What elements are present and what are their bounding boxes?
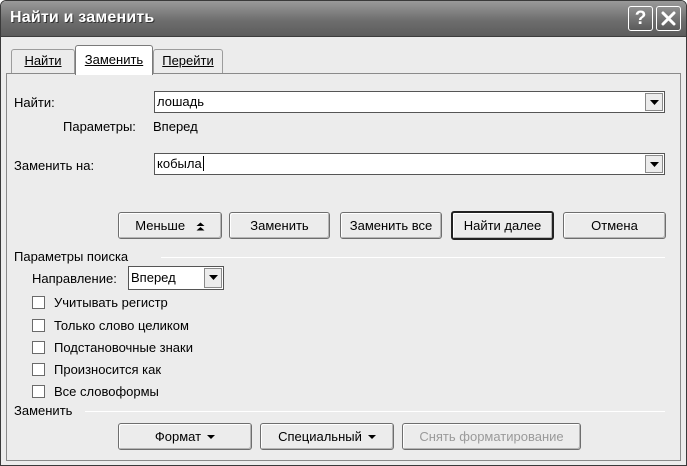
window-title: Найти и заменить [10,9,155,26]
text-cursor [202,156,204,171]
close-x-icon [661,11,676,26]
sounds-like-label: Произносится как [54,362,162,377]
chevron-down-icon [650,162,659,167]
cancel-button[interactable]: Отмена [563,212,666,239]
whole-word-label: Только слово целиком [54,318,189,333]
tab-replace-label: Заменить [84,52,144,67]
less-button[interactable]: Меньше [118,212,222,239]
tab-goto-label: Перейти [162,53,214,68]
chevron-down-icon [650,100,659,105]
replace-label: Заменить на: [14,158,95,173]
find-input-value: лошадь [157,94,204,109]
whole-word-checkbox[interactable] [32,319,45,332]
direction-select-value: Вперед [131,270,176,285]
all-word-forms-label: Все словоформы [54,384,159,399]
tab-replace[interactable]: Заменить [75,45,153,75]
clear-formatting-button: Снять форматирование [402,423,581,450]
chevron-down-icon [367,435,376,439]
find-next-button[interactable]: Найти далее [451,211,554,240]
replace-input[interactable]: кобыла [154,153,665,175]
format-button-label: Формат [154,429,202,444]
find-label: Найти: [14,95,55,110]
options-label: Параметры: [63,119,136,134]
special-button[interactable]: Специальный [260,423,394,450]
options-value: Вперед [153,119,198,134]
chevron-down-icon [207,435,216,439]
replace-history-dropdown[interactable] [645,155,663,173]
tab-goto[interactable]: Перейти [153,49,223,74]
replace-section-heading: Заменить [14,403,73,418]
replace-input-value: кобыла [157,156,202,171]
title-bar[interactable]: Найти и заменить ? [1,1,686,37]
sounds-like-checkbox[interactable] [32,363,45,376]
format-button[interactable]: Формат [118,423,252,450]
replace-tab-panel: Найти: лошадь Параметры: Вперед Заменить… [6,73,681,461]
wildcards-checkbox[interactable] [32,341,45,354]
find-input[interactable]: лошадь [154,91,665,113]
replace-all-button[interactable]: Заменить все [340,212,442,239]
less-button-label: Меньше [135,218,186,233]
close-button[interactable] [656,6,681,31]
find-replace-dialog: Найти и заменить ? Найти Заменить Перейт… [0,0,687,466]
help-button[interactable]: ? [628,6,653,31]
all-word-forms-checkbox[interactable] [32,385,45,398]
direction-label: Направление: [32,271,117,286]
help-icon: ? [634,8,647,29]
direction-select[interactable]: Вперед [128,266,224,290]
replace-button[interactable]: Заменить [229,212,330,239]
double-chevron-up-icon [196,222,205,231]
direction-dropdown-button[interactable] [204,268,222,288]
match-case-checkbox[interactable] [32,296,45,309]
special-button-label: Специальный [278,429,362,444]
chevron-down-icon [209,275,218,280]
tab-find-label: Найти [24,53,62,68]
search-params-divider [161,257,665,258]
tab-find[interactable]: Найти [11,49,75,74]
match-case-label: Учитывать регистр [54,295,168,310]
find-history-dropdown[interactable] [645,93,663,111]
replace-section-divider [85,411,665,412]
search-params-heading: Параметры поиска [14,249,129,264]
wildcards-label: Подстановочные знаки [54,340,193,355]
replace-input-text: кобыла [157,156,204,171]
